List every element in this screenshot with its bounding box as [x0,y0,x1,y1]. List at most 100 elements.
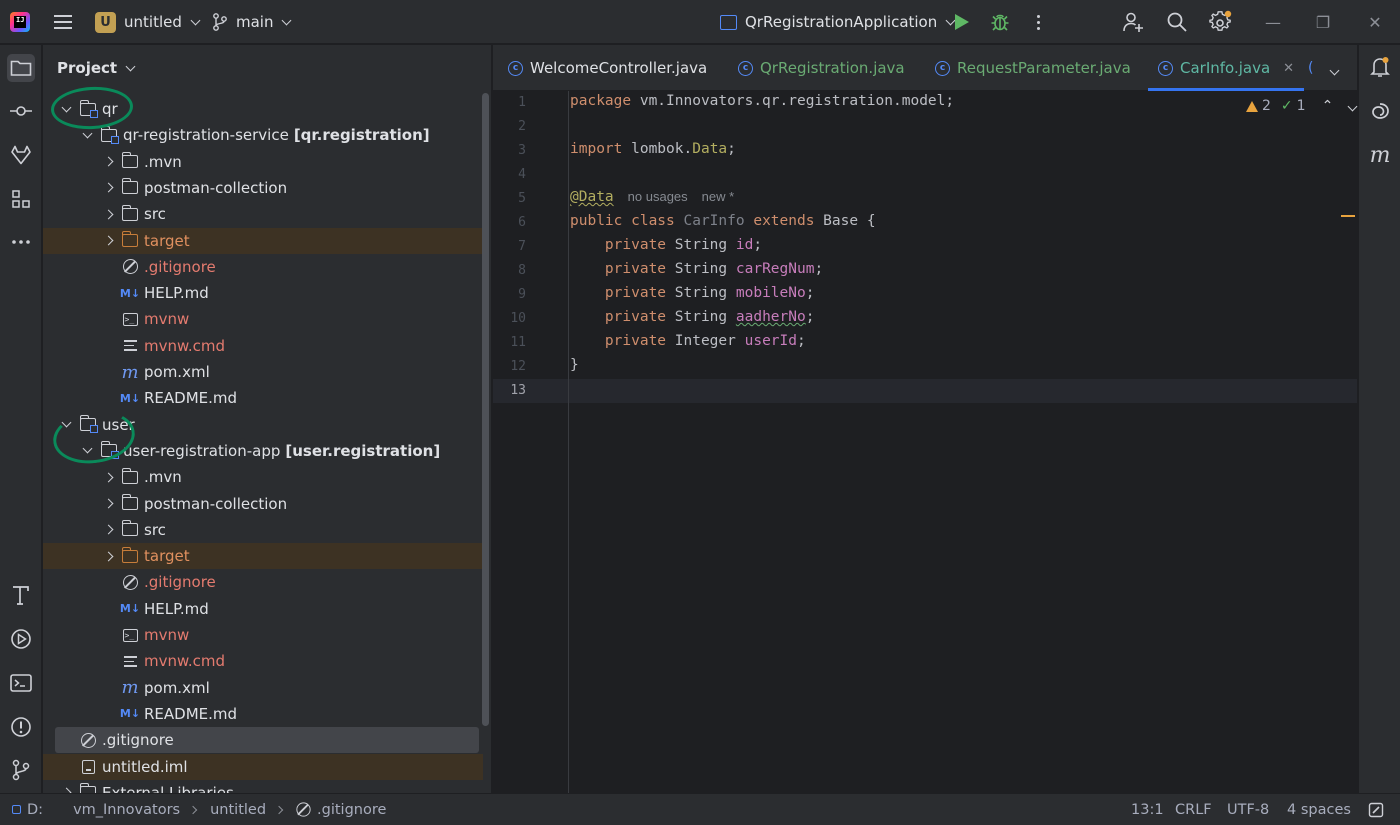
tree-item[interactable]: >_ mvnw [43,622,483,648]
tree-item[interactable]: mvnw.cmd [43,648,483,674]
markdown-icon: M↓ [119,707,141,721]
terminal-tool-button[interactable] [7,669,35,697]
caret-position[interactable]: 13:1 [1131,794,1164,825]
settings-button[interactable] [1209,0,1233,44]
tab-partial[interactable]: ( [1308,45,1313,91]
tree-item[interactable]: target [43,543,483,570]
more-tools-button[interactable] [7,228,35,256]
run-configuration-selector[interactable]: QrRegistrationApplication [720,0,956,44]
gitlab-tool-button[interactable] [7,141,35,169]
tab-request-parameter[interactable]: c RequestParameter.java [935,45,1131,91]
run-button[interactable] [955,0,973,44]
chevron-right-icon[interactable] [101,234,115,248]
markdown-icon: M↓ [119,602,141,616]
chevron-right-icon[interactable] [101,155,115,169]
more-actions-button[interactable] [1032,0,1044,44]
text-file-icon [121,653,139,669]
tree-item[interactable]: src [43,201,483,227]
chevron-right-icon[interactable] [101,207,115,221]
project-panel-title: Project [57,59,118,77]
project-tree-scrollbar[interactable] [482,93,489,726]
tree-item[interactable]: .gitignore [55,727,479,754]
tree-item[interactable]: .mvn [43,464,483,490]
tab-car-info[interactable]: c CarInfo.java ✕ [1147,45,1305,91]
breadcrumb-item[interactable]: D: [27,802,43,818]
excluded-folder-icon [121,231,139,249]
chevron-right-icon[interactable] [101,497,115,511]
build-tool-button[interactable] [7,581,35,609]
tree-item[interactable]: postman-collection [43,491,483,517]
chevron-right-icon[interactable] [101,470,115,484]
tree-item[interactable]: >_ mvnw [43,306,483,332]
tree-item[interactable]: .mvn [43,149,483,175]
code-line-11: private Integer userId; [604,333,806,349]
ide-logo-icon[interactable]: IJ [10,0,32,44]
commit-tool-button[interactable] [7,97,35,125]
chevron-down-icon[interactable] [80,128,94,142]
folder-icon [121,494,139,512]
structure-tool-button[interactable] [7,185,35,213]
breadcrumb-item[interactable]: untitled [210,802,266,818]
tree-item[interactable]: untitled.iml [43,753,483,780]
chevron-right-icon[interactable] [59,786,73,793]
usages-hint[interactable]: no usages [628,189,688,204]
tree-item[interactable]: postman-collection [43,175,483,201]
indent-setting[interactable]: 4 spaces [1287,794,1351,825]
previous-highlight-icon[interactable]: ⌃ [1322,98,1334,114]
file-encoding[interactable]: UTF-8 [1227,794,1269,825]
maximize-window-button[interactable]: ❐ [1313,0,1333,44]
tab-welcome-controller[interactable]: c WelcomeController.java [508,45,707,91]
maven-tool-button[interactable]: m [1366,141,1394,169]
code-with-me-button[interactable] [1122,0,1144,44]
tree-item[interactable]: src [43,517,483,543]
main-menu-button[interactable] [52,0,74,44]
git-tool-button[interactable] [7,756,35,784]
tree-item[interactable]: .gitignore [43,254,483,280]
tree-item[interactable]: target [43,227,483,254]
search-everywhere-button[interactable] [1166,0,1188,44]
lock-status[interactable] [1368,794,1384,825]
ai-assistant-tool-button[interactable] [1366,97,1394,125]
next-highlight-icon[interactable] [1347,98,1358,114]
line-number: 4 [518,167,526,182]
play-icon [955,14,969,30]
project-selector[interactable]: U untitled [95,0,201,44]
close-tab-icon[interactable]: ✕ [1283,61,1294,76]
notifications-tool-button[interactable] [1366,53,1394,81]
problems-tool-button[interactable] [7,713,35,741]
tree-item[interactable]: m pom.xml [43,675,483,701]
minimize-window-button[interactable]: — [1263,0,1283,44]
project-tool-button[interactable] [7,54,35,82]
tree-item[interactable]: M↓ README.md [43,701,483,727]
tab-overflow-button[interactable] [1329,62,1340,78]
breadcrumb-item[interactable]: vm_Innovators [73,802,180,818]
chevron-right-icon[interactable] [101,549,115,563]
breadcrumb-item[interactable]: .gitignore [317,802,386,818]
project-view-selector[interactable]: Project [57,59,136,77]
chevron-down-icon [282,15,292,25]
close-window-button[interactable]: ✕ [1365,0,1385,44]
tree-item[interactable]: M↓ HELP.md [43,280,483,306]
maven-icon: m [121,361,139,383]
warning-stripe-marker[interactable] [1341,215,1355,217]
debug-button[interactable] [990,0,1012,44]
line-separator[interactable]: CRLF [1175,794,1212,825]
tree-item[interactable]: M↓ README.md [43,385,483,411]
shell-script-icon: >_ [121,627,139,643]
line-number: 11 [510,335,526,350]
author-hint[interactable]: new * [702,189,735,204]
services-tool-button[interactable] [7,625,35,653]
tree-item[interactable]: .gitignore [43,569,483,595]
tab-qr-registration[interactable]: c QrRegistration.java [738,45,905,91]
module-file-icon [79,759,97,775]
vcs-branch-selector[interactable]: main [212,0,292,44]
class-icon: c [1158,60,1173,76]
tree-item[interactable]: External Libraries [43,780,483,793]
tree-item[interactable]: mvnw.cmd [43,333,483,359]
tree-item[interactable]: M↓ HELP.md [43,596,483,622]
chevron-right-icon[interactable] [101,523,115,537]
code-line-1: package vm.Innovators.qr.registration.mo… [570,93,955,109]
chevron-right-icon[interactable] [101,181,115,195]
tree-item[interactable]: m pom.xml [43,359,483,385]
inspection-widget[interactable]: 2 ✓ 1 ⌃ [1246,98,1358,114]
